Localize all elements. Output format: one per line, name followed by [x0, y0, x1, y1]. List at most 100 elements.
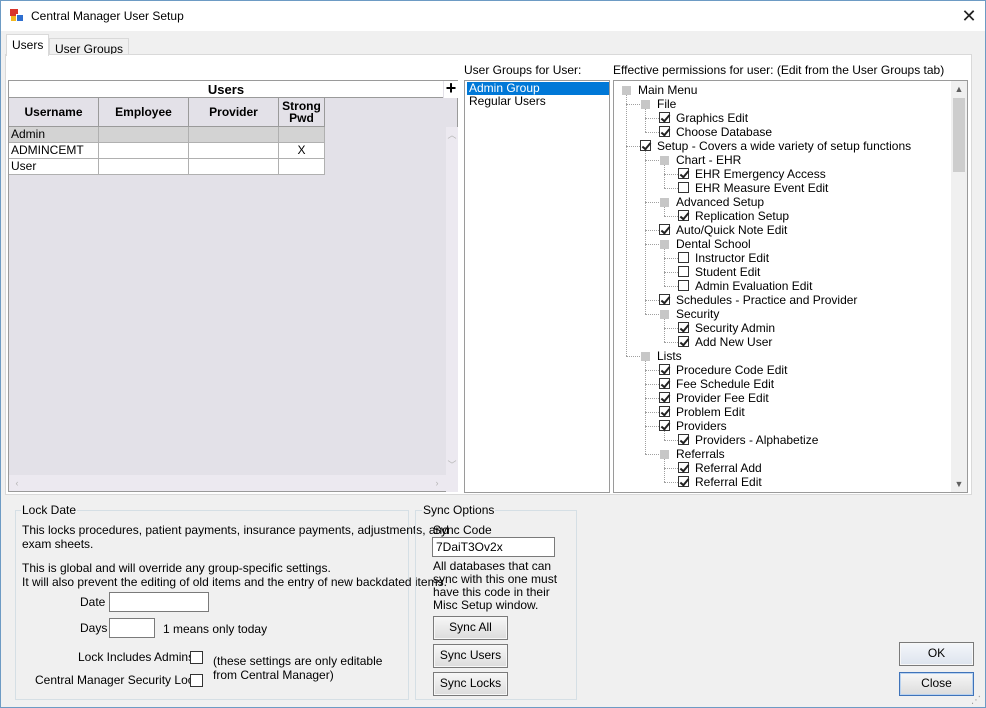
- permission-checkbox[interactable]: [641, 352, 650, 361]
- permission-checkbox[interactable]: [660, 156, 669, 165]
- permission-node[interactable]: Fee Schedule Edit: [659, 377, 774, 391]
- permission-node[interactable]: Admin Evaluation Edit: [678, 279, 812, 293]
- permission-node[interactable]: Choose Database: [659, 125, 772, 139]
- list-item[interactable]: Regular Users: [467, 95, 609, 108]
- permission-node[interactable]: Referrals: [659, 447, 725, 461]
- resize-grip-icon[interactable]: ⋰: [971, 695, 981, 706]
- permission-node[interactable]: Graphics Edit: [659, 111, 748, 125]
- permission-node[interactable]: Security: [659, 307, 719, 321]
- permission-label: File: [657, 97, 677, 111]
- permission-checkbox[interactable]: [622, 86, 631, 95]
- tree-connector: [645, 454, 659, 455]
- permission-checkbox[interactable]: [641, 100, 650, 109]
- permission-checkbox[interactable]: [678, 322, 689, 333]
- permission-node[interactable]: Main Menu: [621, 83, 697, 97]
- permission-checkbox[interactable]: [678, 462, 689, 473]
- permission-node[interactable]: Dental School: [659, 237, 751, 251]
- permission-checkbox[interactable]: [678, 476, 689, 487]
- column-header-username[interactable]: Username: [9, 98, 99, 127]
- scroll-down-icon[interactable]: ﹀: [446, 459, 458, 471]
- permission-checkbox[interactable]: [678, 182, 689, 193]
- main-window: Central Manager User Setup ✕ Users User …: [0, 0, 986, 708]
- permission-node[interactable]: Setup - Covers a wide variety of setup f…: [640, 139, 911, 153]
- permission-checkbox[interactable]: [659, 294, 670, 305]
- permission-checkbox[interactable]: [659, 126, 670, 137]
- grid-horizontal-scrollbar[interactable]: ‹ ›: [9, 475, 446, 491]
- permission-node[interactable]: Chart - EHR: [659, 153, 741, 167]
- sync-all-button[interactable]: Sync All: [433, 616, 508, 640]
- permission-node[interactable]: Referral Edit: [678, 475, 762, 489]
- permission-checkbox[interactable]: [678, 210, 689, 221]
- user-groups-label: User Groups for User:: [464, 63, 582, 77]
- permission-checkbox[interactable]: [659, 378, 670, 389]
- permission-node[interactable]: Student Edit: [678, 265, 760, 279]
- permission-node[interactable]: Add New User: [678, 335, 772, 349]
- lock-date-desc3: It will also prevent the editing of old …: [22, 575, 447, 589]
- days-field[interactable]: [109, 618, 155, 638]
- scrollbar-thumb[interactable]: [953, 98, 965, 172]
- permission-node[interactable]: Providers - Alphabetize: [678, 433, 818, 447]
- permissions-tree[interactable]: Main Menu File Graphics Edit Choose Databas…: [613, 80, 968, 493]
- permission-checkbox[interactable]: [659, 112, 670, 123]
- permission-node[interactable]: Advanced Setup: [659, 195, 764, 209]
- sync-code-field[interactable]: 7DaiT3Ov2x: [432, 537, 555, 557]
- sync-users-button[interactable]: Sync Users: [433, 644, 508, 668]
- scroll-left-icon[interactable]: ‹: [11, 477, 23, 489]
- permission-node[interactable]: File: [640, 97, 676, 111]
- permission-checkbox[interactable]: [659, 392, 670, 403]
- ok-button[interactable]: OK: [899, 642, 974, 666]
- permission-checkbox[interactable]: [678, 252, 689, 263]
- tree-connector: [645, 151, 646, 314]
- permission-checkbox[interactable]: [659, 406, 670, 417]
- permission-node[interactable]: EHR Measure Event Edit: [678, 181, 828, 195]
- permission-node[interactable]: Security Admin: [678, 321, 775, 335]
- permission-node[interactable]: EHR Emergency Access: [678, 167, 826, 181]
- scroll-up-icon[interactable]: ▲: [951, 81, 967, 97]
- sync-locks-button[interactable]: Sync Locks: [433, 672, 508, 696]
- permission-node[interactable]: Schedules - Practice and Provider: [659, 293, 857, 307]
- add-user-button[interactable]: +: [444, 79, 458, 98]
- permission-label: Dental School: [676, 237, 751, 251]
- permission-node[interactable]: Procedure Code Edit: [659, 363, 787, 377]
- permission-checkbox[interactable]: [659, 364, 670, 375]
- permission-checkbox[interactable]: [660, 240, 669, 249]
- tree-vertical-scrollbar[interactable]: ▲ ▼: [951, 81, 967, 492]
- permission-checkbox[interactable]: [678, 336, 689, 347]
- permission-node[interactable]: Provider Fee Edit: [659, 391, 769, 405]
- permission-checkbox[interactable]: [660, 310, 669, 319]
- scroll-right-icon[interactable]: ›: [431, 477, 443, 489]
- permission-checkbox[interactable]: [678, 434, 689, 445]
- date-field[interactable]: [109, 592, 209, 612]
- permission-checkbox[interactable]: [660, 450, 669, 459]
- permission-checkbox[interactable]: [640, 140, 651, 151]
- lock-admins-checkbox[interactable]: [190, 651, 203, 664]
- scroll-up-icon[interactable]: ︿: [446, 129, 458, 141]
- permission-node[interactable]: Referral Add: [678, 461, 762, 475]
- scroll-down-icon[interactable]: ▼: [951, 476, 967, 492]
- permission-checkbox[interactable]: [678, 280, 689, 291]
- permission-node[interactable]: Problem Edit: [659, 405, 745, 419]
- permission-node[interactable]: Providers: [659, 419, 727, 433]
- user-groups-listbox[interactable]: Admin Group Regular Users: [464, 80, 610, 493]
- permission-checkbox[interactable]: [659, 420, 670, 431]
- close-icon[interactable]: ✕: [954, 3, 984, 29]
- permission-label: Add New User: [695, 335, 773, 349]
- column-header-provider[interactable]: Provider: [189, 98, 279, 127]
- permission-checkbox[interactable]: [678, 266, 689, 277]
- column-header-employee[interactable]: Employee: [99, 98, 189, 127]
- permission-node[interactable]: Auto/Quick Note Edit: [659, 223, 787, 237]
- column-header-strong-pwd[interactable]: Strong Pwd: [279, 98, 325, 127]
- permission-checkbox[interactable]: [659, 224, 670, 235]
- permission-checkbox[interactable]: [660, 198, 669, 207]
- permission-node[interactable]: Replication Setup: [678, 209, 789, 223]
- grid-vertical-scrollbar[interactable]: ︿ ﹀: [446, 127, 458, 492]
- permission-node[interactable]: Instructor Edit: [678, 251, 769, 265]
- tab-users[interactable]: Users: [6, 34, 50, 56]
- security-lock-checkbox[interactable]: [190, 674, 203, 687]
- tree-connector: [664, 249, 665, 286]
- tree-connector: [645, 118, 659, 119]
- close-button[interactable]: Close: [899, 672, 974, 696]
- permission-checkbox[interactable]: [678, 168, 689, 179]
- permission-node[interactable]: Lists: [640, 349, 682, 363]
- users-grid: Users + Username Employee Provider Stron…: [8, 79, 458, 492]
